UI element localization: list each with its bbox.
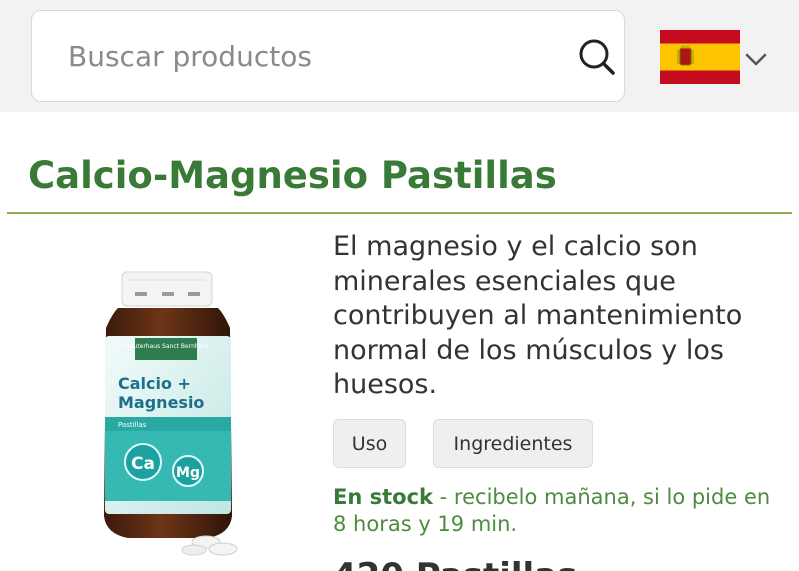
search-input[interactable] bbox=[68, 33, 548, 79]
pack-size-option[interactable]: 420 Pastillas bbox=[333, 556, 577, 571]
header-bar bbox=[0, 0, 799, 112]
product-form-label: Pastillas bbox=[118, 421, 147, 429]
chevron-down-icon[interactable] bbox=[744, 47, 768, 71]
page-title: Calcio-Magnesio Pastillas bbox=[28, 154, 557, 197]
calcium-symbol: Ca bbox=[131, 454, 155, 474]
product-image[interactable]: Kräuterhaus Sanct Bernhard Calcio + Magn… bbox=[88, 266, 258, 556]
stock-status: En stock - recibelo mañana, si lo pide e… bbox=[333, 484, 783, 538]
product-brand-label: Kräuterhaus Sanct Bernhard bbox=[123, 343, 208, 350]
search-box[interactable] bbox=[31, 10, 625, 102]
search-icon[interactable] bbox=[577, 37, 617, 77]
stock-label: En stock bbox=[333, 485, 433, 509]
spain-flag-icon[interactable] bbox=[660, 30, 740, 84]
product-description: El magnesio y el calcio son minerales es… bbox=[333, 231, 743, 400]
title-divider bbox=[7, 212, 792, 214]
product-name-line2: Magnesio bbox=[118, 393, 204, 412]
product-name-line1: Calcio + bbox=[118, 374, 191, 393]
tab-uso[interactable]: Uso bbox=[333, 419, 406, 468]
tab-ingredientes[interactable]: Ingredientes bbox=[433, 419, 593, 468]
magnesium-symbol: Mg bbox=[176, 465, 200, 481]
